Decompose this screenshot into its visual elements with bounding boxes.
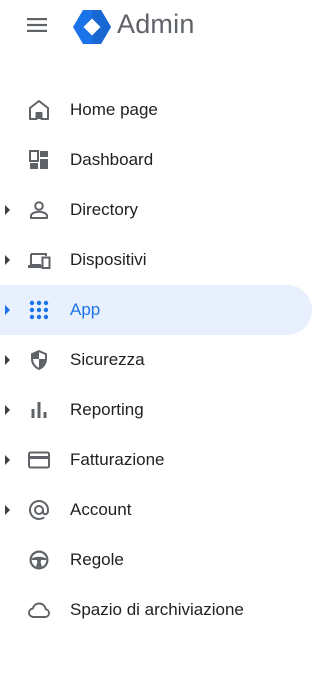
bar-chart-icon [31,402,47,418]
hamburger-menu-icon [27,18,47,32]
sidebar-item-label: Home page [70,100,158,119]
sidebar-item-label: Spazio di archiviazione [70,600,244,619]
sidebar-item-app[interactable]: App [0,285,312,335]
sidebar-item-account[interactable]: Account [0,485,312,535]
dashboard-icon [29,150,48,169]
expand-caret-icon[interactable] [5,205,10,215]
sidebar-item-label: Sicurezza [70,350,145,369]
sidebar-item-label: Regole [70,550,124,569]
sidebar-item-spazio-di-archiviazione[interactable]: Spazio di archiviazione [0,585,312,635]
expand-caret-icon[interactable] [5,455,10,465]
expand-caret-icon[interactable] [5,405,10,415]
sidebar-item-label: Dispositivi [70,250,147,269]
sidebar-item-home-page[interactable]: Home page [0,85,312,135]
sidebar-item-label: Directory [70,200,139,219]
expand-caret-icon[interactable] [5,305,10,315]
devices-icon [28,253,51,269]
sidebar-item-fatturazione[interactable]: Fatturazione [0,435,312,485]
shield-icon [31,350,47,370]
app-title: Admin [117,9,195,39]
app-header: Admin [0,0,319,50]
expand-caret-icon[interactable] [5,255,10,265]
expand-caret-icon[interactable] [5,355,10,365]
sidebar-nav: Home page Dashboard Directory Dispositiv… [0,85,319,635]
sidebar-item-regole[interactable]: Regole [0,535,312,585]
sidebar-item-sicurezza[interactable]: Sicurezza [0,335,312,385]
cloud-icon [28,602,50,618]
sidebar-item-label: Fatturazione [70,450,165,469]
main-menu-button[interactable] [23,11,51,39]
sidebar-item-label: Dashboard [70,150,154,169]
sidebar-item-label: Reporting [70,400,144,419]
sidebar-item-dispositivi[interactable]: Dispositivi [0,235,312,285]
admin-logo-icon[interactable] [72,7,112,47]
apps-grid-icon [29,300,49,320]
sidebar-item-directory[interactable]: Directory [0,185,312,235]
person-icon [30,201,48,219]
home-icon [29,100,49,120]
sidebar-item-label: App [70,300,101,319]
credit-card-icon [28,451,50,469]
steering-wheel-icon [29,550,49,570]
sidebar-item-reporting[interactable]: Reporting [0,385,312,435]
sidebar-item-label: Account [70,500,132,519]
sidebar-item-dashboard[interactable]: Dashboard [0,135,312,185]
at-sign-icon [29,500,49,520]
expand-caret-icon[interactable] [5,505,10,515]
